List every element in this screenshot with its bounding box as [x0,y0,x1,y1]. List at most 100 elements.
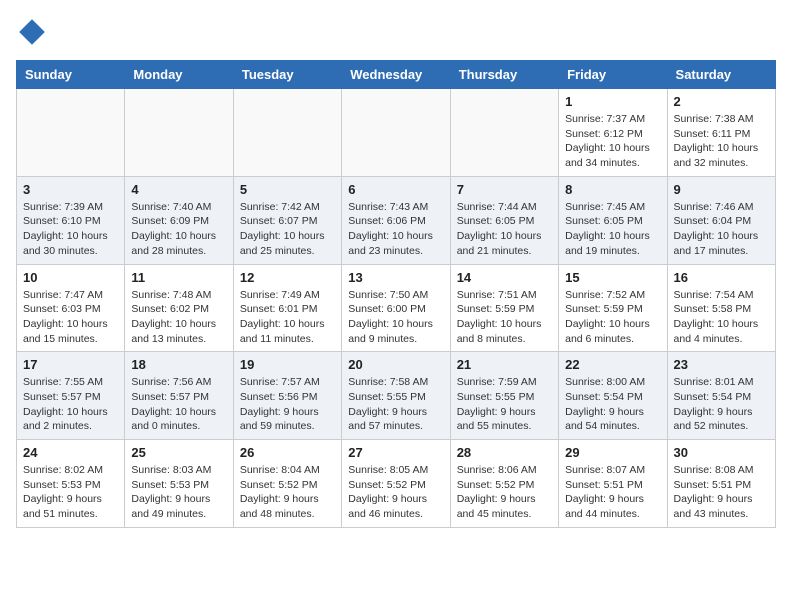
day-number: 3 [23,182,118,197]
day-cell: 23 Sunrise: 8:01 AM Sunset: 5:54 PM Dayli… [667,352,775,440]
day-cell: 2Sunrise: 7:38 AM Sunset: 6:11 PM Daylig… [667,89,775,177]
weekday-header-tuesday: Tuesday [233,61,341,89]
day-number: 30 [674,445,769,460]
day-number: 15 [565,270,660,285]
weekday-header-row: SundayMondayTuesdayWednesdayThursdayFrid… [17,61,776,89]
day-info: Sunrise: 8:03 AM Sunset: 5:53 PM Dayligh… [131,463,226,522]
weekday-header-monday: Monday [125,61,233,89]
day-info: Sunrise: 7:59 AM Sunset: 5:55 PM Dayligh… [457,375,552,434]
day-cell [17,89,125,177]
day-info: Sunrise: 7:56 AM Sunset: 5:57 PM Dayligh… [131,375,226,434]
day-info: Sunrise: 7:57 AM Sunset: 5:56 PM Dayligh… [240,375,335,434]
day-cell: 12 Sunrise: 7:49 AM Sunset: 6:01 PM Dayli… [233,264,341,352]
weekday-header-sunday: Sunday [17,61,125,89]
day-info: Sunrise: 7:54 AM Sunset: 5:58 PM Dayligh… [674,288,769,347]
week-row-3: 10 Sunrise: 7:47 AM Sunset: 6:03 PM Dayli… [17,264,776,352]
day-cell: 22 Sunrise: 8:00 AM Sunset: 5:54 PM Dayli… [559,352,667,440]
day-cell: 10 Sunrise: 7:47 AM Sunset: 6:03 PM Dayli… [17,264,125,352]
day-number: 14 [457,270,552,285]
week-row-4: 17 Sunrise: 7:55 AM Sunset: 5:57 PM Dayli… [17,352,776,440]
day-cell: 1 Sunrise: 7:37 AM Sunset: 6:12 PM Daylig… [559,89,667,177]
week-row-5: 24 Sunrise: 8:02 AM Sunset: 5:53 PM Dayli… [17,440,776,528]
day-info: Sunrise: 8:05 AM Sunset: 5:52 PM Dayligh… [348,463,443,522]
day-number: 28 [457,445,552,460]
day-cell: 30 Sunrise: 8:08 AM Sunset: 5:51 PM Dayli… [667,440,775,528]
calendar-table: SundayMondayTuesdayWednesdayThursdayFrid… [16,60,776,528]
weekday-header-thursday: Thursday [450,61,558,89]
day-number: 18 [131,357,226,372]
day-cell [450,89,558,177]
weekday-header-saturday: Saturday [667,61,775,89]
day-cell: 26 Sunrise: 8:04 AM Sunset: 5:52 PM Dayli… [233,440,341,528]
day-info: Sunrise: 7:48 AM Sunset: 6:02 PM Dayligh… [131,288,226,347]
day-info: Sunrise: 8:00 AM Sunset: 5:54 PM Dayligh… [565,375,660,434]
day-number: 7 [457,182,552,197]
day-number: 10 [23,270,118,285]
day-info: Sunrise: 7:39 AM Sunset: 6:10 PM Dayligh… [23,200,118,259]
logo [16,16,52,48]
day-number: 6 [348,182,443,197]
day-number: 24 [23,445,118,460]
day-number: 25 [131,445,226,460]
day-cell: 19 Sunrise: 7:57 AM Sunset: 5:56 PM Dayli… [233,352,341,440]
day-number: 9 [674,182,769,197]
day-number: 12 [240,270,335,285]
day-info: Sunrise: 7:40 AM Sunset: 6:09 PM Dayligh… [131,200,226,259]
day-cell: 8 Sunrise: 7:45 AM Sunset: 6:05 PM Daylig… [559,176,667,264]
day-info: Sunrise: 7:58 AM Sunset: 5:55 PM Dayligh… [348,375,443,434]
day-number: 23 [674,357,769,372]
day-info: Sunrise: 7:50 AM Sunset: 6:00 PM Dayligh… [348,288,443,347]
day-cell: 11 Sunrise: 7:48 AM Sunset: 6:02 PM Dayli… [125,264,233,352]
day-number: 26 [240,445,335,460]
day-cell: 17 Sunrise: 7:55 AM Sunset: 5:57 PM Dayli… [17,352,125,440]
day-info: Sunrise: 7:46 AM Sunset: 6:04 PM Dayligh… [674,200,769,259]
day-number: 13 [348,270,443,285]
day-number: 1 [565,94,660,109]
day-cell: 24 Sunrise: 8:02 AM Sunset: 5:53 PM Dayli… [17,440,125,528]
week-row-2: 3 Sunrise: 7:39 AM Sunset: 6:10 PM Daylig… [17,176,776,264]
page-header [16,16,776,48]
day-number: 11 [131,270,226,285]
day-info: Sunrise: 8:06 AM Sunset: 5:52 PM Dayligh… [457,463,552,522]
day-info: Sunrise: 7:37 AM Sunset: 6:12 PM Dayligh… [565,112,660,171]
day-cell: 27Sunrise: 8:05 AM Sunset: 5:52 PM Dayli… [342,440,450,528]
day-info: Sunrise: 8:04 AM Sunset: 5:52 PM Dayligh… [240,463,335,522]
logo-icon [16,16,48,48]
day-cell [125,89,233,177]
day-number: 16 [674,270,769,285]
day-cell: 3 Sunrise: 7:39 AM Sunset: 6:10 PM Daylig… [17,176,125,264]
day-cell: 28 Sunrise: 8:06 AM Sunset: 5:52 PM Dayli… [450,440,558,528]
day-info: Sunrise: 7:52 AM Sunset: 5:59 PM Dayligh… [565,288,660,347]
day-cell: 7Sunrise: 7:44 AM Sunset: 6:05 PM Daylig… [450,176,558,264]
day-info: Sunrise: 8:01 AM Sunset: 5:54 PM Dayligh… [674,375,769,434]
day-cell: 6Sunrise: 7:43 AM Sunset: 6:06 PM Daylig… [342,176,450,264]
day-cell: 9 Sunrise: 7:46 AM Sunset: 6:04 PM Daylig… [667,176,775,264]
day-cell: 5 Sunrise: 7:42 AM Sunset: 6:07 PM Daylig… [233,176,341,264]
day-number: 22 [565,357,660,372]
day-cell: 4 Sunrise: 7:40 AM Sunset: 6:09 PM Daylig… [125,176,233,264]
day-cell: 16 Sunrise: 7:54 AM Sunset: 5:58 PM Dayli… [667,264,775,352]
day-number: 8 [565,182,660,197]
day-info: Sunrise: 7:49 AM Sunset: 6:01 PM Dayligh… [240,288,335,347]
day-number: 4 [131,182,226,197]
day-number: 29 [565,445,660,460]
day-number: 5 [240,182,335,197]
day-cell: 25 Sunrise: 8:03 AM Sunset: 5:53 PM Dayli… [125,440,233,528]
day-info: Sunrise: 8:02 AM Sunset: 5:53 PM Dayligh… [23,463,118,522]
day-cell: 13 Sunrise: 7:50 AM Sunset: 6:00 PM Dayli… [342,264,450,352]
weekday-header-friday: Friday [559,61,667,89]
day-cell: 18 Sunrise: 7:56 AM Sunset: 5:57 PM Dayli… [125,352,233,440]
day-info: Sunrise: 7:45 AM Sunset: 6:05 PM Dayligh… [565,200,660,259]
day-info: Sunrise: 7:42 AM Sunset: 6:07 PM Dayligh… [240,200,335,259]
day-number: 19 [240,357,335,372]
day-info: Sunrise: 7:51 AM Sunset: 5:59 PM Dayligh… [457,288,552,347]
day-info: Sunrise: 8:08 AM Sunset: 5:51 PM Dayligh… [674,463,769,522]
week-row-1: 1 Sunrise: 7:37 AM Sunset: 6:12 PM Daylig… [17,89,776,177]
day-cell: 20Sunrise: 7:58 AM Sunset: 5:55 PM Dayli… [342,352,450,440]
day-cell [342,89,450,177]
day-info: Sunrise: 7:47 AM Sunset: 6:03 PM Dayligh… [23,288,118,347]
day-number: 17 [23,357,118,372]
day-cell [233,89,341,177]
day-info: Sunrise: 7:55 AM Sunset: 5:57 PM Dayligh… [23,375,118,434]
day-cell: 14 Sunrise: 7:51 AM Sunset: 5:59 PM Dayli… [450,264,558,352]
